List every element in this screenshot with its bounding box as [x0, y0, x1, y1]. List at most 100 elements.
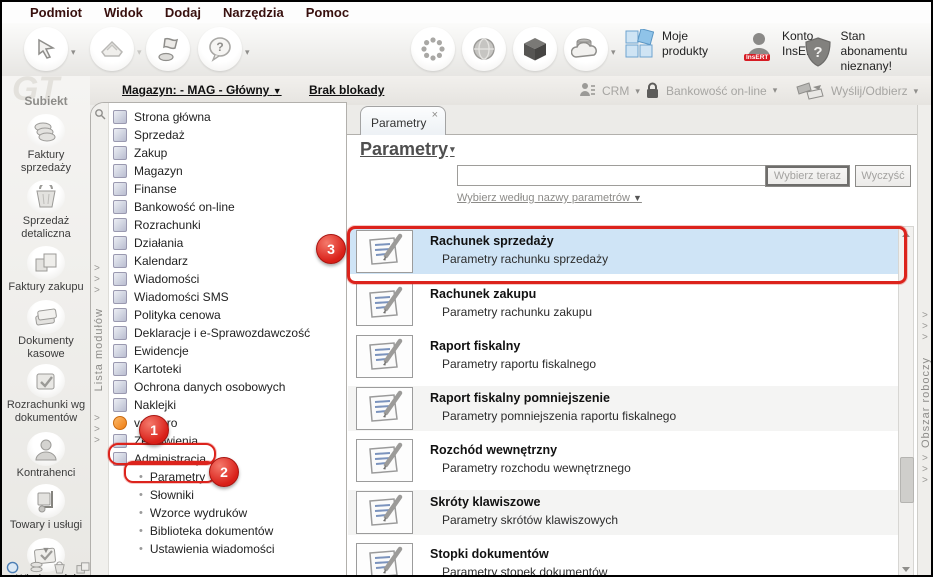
tree-item-label: Wiadomości SMS [134, 290, 229, 304]
tree-subitem-slowniki[interactable]: • Słowniki [109, 486, 344, 504]
tree-item-finanse[interactable]: Finanse [109, 180, 344, 198]
menu-podmiot[interactable]: Podmiot [30, 5, 82, 20]
select-now-button[interactable]: Wybierz teraz [765, 165, 850, 187]
tree-item-magazyn[interactable]: Magazyn [109, 162, 344, 180]
param-row-rachunek-zakupu[interactable]: Rachunek zakupu Parametry rachunku zakup… [348, 282, 898, 327]
chevron-icon: > [922, 321, 928, 332]
tree-item-strona-glowna[interactable]: Strona główna [109, 108, 344, 126]
document-pen-icon [363, 442, 407, 480]
param-row-skroty-klawiszowe[interactable]: Skróty klawiszowe Parametry skrótów klaw… [348, 490, 898, 535]
tree-item-ewidencje[interactable]: Ewidencje [109, 342, 344, 360]
tree-item-dzialania[interactable]: Działania [109, 234, 344, 252]
crm-button[interactable]: CRM ▾ [578, 82, 640, 100]
cloud-data-button[interactable] [564, 27, 608, 71]
context-bar: Magazyn: - MAG - Główny ▼ Brak blokady C… [2, 76, 931, 105]
page-title-menu[interactable]: Parametry ▾ [360, 139, 455, 160]
chevron-icon: > [94, 263, 100, 274]
tab-parametry[interactable]: Parametry × [360, 106, 446, 135]
module-label: Dokumenty kasowe [18, 335, 74, 360]
spinner-icon [421, 37, 445, 61]
filter-by-name-link[interactable]: Wybierz według nazwy parametrów ▼ [457, 192, 642, 204]
tree-subitem-wzorce-wydrukow[interactable]: • Wzorce wydruków [109, 504, 344, 522]
my-products-button[interactable]: Moje produkty [624, 29, 708, 59]
module-kontrahenci[interactable]: Kontrahenci [2, 432, 90, 480]
document-pen-icon [363, 286, 407, 324]
menu-widok[interactable]: Widok [104, 5, 143, 20]
sync-button[interactable] [411, 27, 455, 71]
reply-button[interactable] [90, 27, 134, 71]
cloud-caret-icon[interactable]: ▾ [611, 47, 616, 58]
help-button[interactable]: ? [198, 27, 242, 71]
tree-item-deklaracje[interactable]: Deklaracje i e-Sprawozdawczość [109, 324, 344, 342]
row-subtitle: Parametry pomniejszenia raportu fiskalne… [442, 409, 677, 423]
send-receive-button[interactable]: Wyślij/Odbierz ▾ [795, 81, 918, 101]
tree-item-kalendarz[interactable]: Kalendarz [109, 252, 344, 270]
scroll-down-button[interactable] [899, 562, 913, 575]
param-row-raport-fiskalny[interactable]: Raport fiskalny Parametry raportu fiskal… [348, 334, 898, 379]
scroll-thumb[interactable] [900, 457, 914, 503]
subscription-status-button[interactable]: ? Stan abonamentu nieznany! [802, 29, 931, 74]
help-caret-icon[interactable]: ▾ [245, 47, 250, 58]
module-faktury-sprzedazy[interactable]: Faktury sprzedaży [2, 114, 90, 175]
param-row-stopki-dokumentow[interactable]: Stopki dokumentów Parametry stopek dokum… [348, 542, 898, 575]
tree-item-kartoteki[interactable]: Kartoteki [109, 360, 344, 378]
coins-mini-icon[interactable] [29, 561, 44, 574]
row-title: Raport fiskalny [430, 339, 521, 353]
basket-mini-icon[interactable] [52, 561, 67, 574]
magazyn-selector[interactable]: Magazyn: - MAG - Główny ▼ [122, 83, 282, 97]
finance-icon [113, 182, 127, 196]
tree-item-sprzedaz[interactable]: Sprzedaż [109, 126, 344, 144]
select-tool-caret-icon[interactable]: ▾ [71, 47, 76, 58]
flag-button[interactable] [146, 27, 190, 71]
module-rozrachunki-wg-dokumentow[interactable]: Rozrachunki wg dokumentów [2, 364, 90, 425]
param-row-rozchod-wewnetrzny[interactable]: Rozchód wewnętrzny Parametry rozchodu we… [348, 438, 898, 483]
tree-item-wiadomosci[interactable]: Wiadomości [109, 270, 344, 288]
package-button[interactable] [513, 27, 557, 71]
cursor-arrow-icon [38, 38, 56, 59]
menu-dodaj[interactable]: Dodaj [165, 5, 201, 20]
param-row-raport-fiskalny-pomniejszenie[interactable]: Raport fiskalny pomniejszenie Parametry … [348, 386, 898, 431]
tree-subitem-ustawienia-wiadomosci[interactable]: • Ustawienia wiadomości [109, 540, 344, 558]
module-dokumenty-kasowe[interactable]: Dokumenty kasowe [2, 300, 90, 361]
online-button[interactable] [462, 27, 506, 71]
records-icon [113, 344, 127, 358]
modules-overflow-button[interactable]: ▼ [2, 545, 90, 555]
tree-item-zakup[interactable]: Zakup [109, 144, 344, 162]
pin-icon[interactable] [94, 108, 106, 120]
tree-item-bankowosc-on-line[interactable]: Bankowość on-line [109, 198, 344, 216]
clear-button[interactable]: Wyczyść [855, 165, 911, 187]
tree-subitem-biblioteka-dokumentow[interactable]: • Biblioteka dokumentów [109, 522, 344, 540]
modules-list-strip[interactable]: > > > Lista modułów > > > [91, 103, 109, 575]
row-icon-box [356, 543, 413, 575]
selected-module-icon[interactable] [6, 561, 21, 574]
tree-subitem-label: Wzorce wydruków [149, 506, 248, 520]
tree-item-polityka-cenowa[interactable]: Polityka cenowa [109, 306, 344, 324]
workspace-strip[interactable]: > > > Obszar roboczy > > > [917, 105, 932, 575]
activities-icon [113, 236, 127, 250]
menu-pomoc[interactable]: Pomoc [306, 5, 349, 20]
reply-caret-icon[interactable]: ▾ [137, 47, 142, 58]
module-towary-i-uslugi[interactable]: Towary i usługi [2, 484, 90, 532]
tree-item-naklejki[interactable]: Naklejki [109, 396, 344, 414]
lock-status-link[interactable]: Brak blokady [309, 83, 384, 97]
module-sprzedaz-detaliczna[interactable]: Sprzedaż detaliczna [2, 180, 90, 241]
tree-item-ochrona-danych[interactable]: Ochrona danych osobowych [109, 378, 344, 396]
select-tool-button[interactable] [24, 27, 68, 71]
chevron-icon: > [922, 464, 928, 475]
app-name: Subiekt [24, 94, 68, 108]
contractors-person-icon [35, 439, 57, 461]
row-icon-box [356, 439, 413, 482]
workspace-strip-label: Obszar roboczy [920, 357, 932, 449]
tree-item-rozrachunki[interactable]: Rozrachunki [109, 216, 344, 234]
tree-item-label: Deklaracje i e-Sprawozdawczość [134, 326, 311, 340]
tree-item-wiadomosci-sms[interactable]: Wiadomości SMS [109, 288, 344, 306]
close-tab-icon[interactable]: × [432, 109, 438, 121]
tree-item-label: Wiadomości [134, 272, 200, 286]
parameter-search-input[interactable] [457, 165, 767, 186]
module-faktury-zakupu[interactable]: Faktury zakupu [2, 246, 90, 294]
banking-button[interactable]: Bankowość on-line ▾ [645, 82, 777, 99]
calendar-icon [113, 254, 127, 268]
module-quick-icons [6, 561, 90, 574]
menu-narzedzia[interactable]: Narzędzia [223, 5, 284, 20]
box-mini-icon[interactable] [75, 561, 90, 574]
